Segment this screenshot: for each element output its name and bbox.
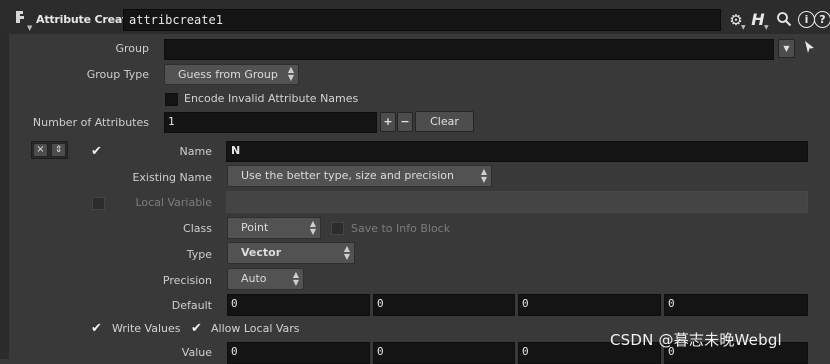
value-field-0[interactable]: 0 [227,342,370,364]
class-label: Class [183,222,212,235]
group-type-menu[interactable]: Guess from Group ▲ ▼ [164,64,299,85]
remove-instance-button[interactable]: × [33,143,48,157]
write-values-label: Write Values [112,322,181,335]
precision-value: Auto [241,272,267,285]
node-name-input[interactable]: attribcreate1 [123,9,721,31]
default-field-2[interactable]: 0 [518,294,661,316]
number-of-attributes-label: Number of Attributes [32,116,149,129]
node-type-label: Attribute Create [36,13,135,26]
existing-name-label: Existing Name [132,171,212,184]
csdn-watermark: CSDN @暮志未晚Webgl [610,331,782,349]
group-field[interactable] [164,39,774,60]
info-icon[interactable]: i [798,11,815,28]
name-field[interactable]: N [226,141,808,162]
help-menu-arrow-icon[interactable]: ▼ [764,24,769,31]
class-value: Point [241,221,269,234]
updown-arrow-icon: ▲ ▼ [287,65,294,82]
precision-menu[interactable]: Auto ▲ ▼ [227,268,304,290]
updown-arrow-icon: ▲ ▼ [343,244,350,261]
remove-attribute-button[interactable]: − [397,112,413,132]
allow-local-vars-checkbox[interactable]: ✔ [191,322,202,335]
group-type-value: Guess from Group [178,68,278,81]
local-variable-label: Local Variable [135,196,212,209]
updown-arrow-icon: ▲ ▼ [292,270,299,287]
clear-button[interactable]: Clear [415,111,474,132]
allow-local-vars-label: Allow Local Vars [211,322,300,335]
updown-arrow-icon: ▲ ▼ [309,219,316,236]
save-info-checkbox[interactable] [331,222,344,235]
type-menu[interactable]: Vector ▲ ▼ [227,242,355,264]
number-of-attributes-field[interactable]: 1 [164,112,377,133]
question-icon[interactable]: ? [814,11,830,28]
default-field-3[interactable]: 0 [664,294,808,316]
encode-label: Encode Invalid Attribute Names [184,92,359,105]
value-label: Value [181,346,212,359]
existing-name-value: Use the better type, size and precision [241,169,454,182]
local-variable-field[interactable] [226,191,808,213]
group-label: Group [115,42,150,55]
move-instance-button[interactable]: ⇕ [51,143,66,157]
select-arrow-icon[interactable] [803,40,816,58]
save-info-label: Save to Info Block [351,222,451,235]
default-field-1[interactable]: 0 [373,294,515,316]
default-label: Default [171,299,212,312]
value-field-1[interactable]: 0 [373,342,515,364]
node-menu-arrow-icon[interactable]: ▼ [27,24,32,32]
panel-left-edge [0,34,9,359]
name-enable-checkmark[interactable]: ✔ [91,145,102,158]
group-type-label: Group Type [86,68,149,81]
class-menu[interactable]: Point ▲ ▼ [227,217,321,239]
search-icon[interactable] [775,11,793,29]
name-label: Name [179,145,212,158]
type-value: Vector [241,246,282,259]
type-label: Type [186,248,212,261]
attribute-create-node-icon[interactable] [14,10,28,24]
updown-arrow-icon: ▲ ▼ [480,167,487,184]
default-field-0[interactable]: 0 [227,294,370,316]
write-values-checkbox[interactable]: ✔ [91,322,102,335]
encode-checkbox[interactable] [165,93,178,106]
add-attribute-button[interactable]: + [380,112,396,132]
gear-menu-arrow-icon[interactable]: ▼ [741,24,746,31]
precision-label: Precision [162,274,212,287]
group-dropdown-button[interactable]: ▼ [778,39,795,58]
existing-name-menu[interactable]: Use the better type, size and precision … [227,165,492,187]
